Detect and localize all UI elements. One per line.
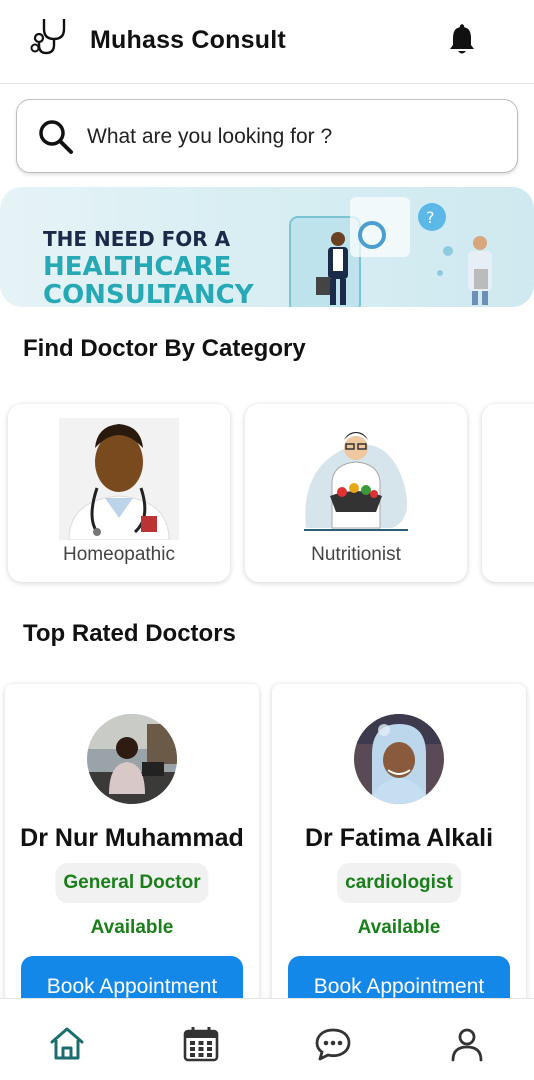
banner-line-1: THE NEED FOR A: [43, 227, 231, 251]
svg-text:?: ?: [426, 208, 435, 227]
nav-home[interactable]: [48, 1025, 86, 1063]
category-card-partial[interactable]: [482, 404, 534, 582]
doctor-photo-1: [87, 714, 177, 804]
doctor-name: Dr Nur Muhammad: [20, 824, 244, 852]
nutritionist-doctor-image: [296, 418, 416, 540]
calendar-icon: [183, 1027, 219, 1062]
top-rated-section-title: Top Rated Doctors: [23, 620, 236, 647]
search-icon: [39, 120, 73, 154]
bottom-navigation: [0, 998, 534, 1080]
stethoscope-icon: [30, 19, 66, 55]
doctor-card[interactable]: Dr Nur Muhammad General Doctor Available…: [5, 684, 259, 1014]
banner-line-3: CONSULTANCY: [43, 280, 254, 307]
nav-calendar[interactable]: [182, 1025, 220, 1063]
promo-banner[interactable]: THE NEED FOR A HEALTHCARE CONSULTANCY ?: [0, 187, 534, 307]
homeopathic-doctor-image: [59, 418, 179, 540]
availability-status: Available: [357, 917, 441, 938]
bell-icon[interactable]: [444, 22, 480, 58]
specialty-badge: cardiologist: [337, 863, 461, 903]
category-card-nutritionist[interactable]: Nutritionist: [245, 404, 467, 582]
doctor-card[interactable]: Dr Fatima Alkali cardiologist Available …: [272, 684, 526, 1014]
banner-illustration: ?: [289, 197, 492, 307]
category-label: Homeopathic: [63, 544, 175, 565]
specialty-badge: General Doctor: [55, 863, 209, 903]
category-card-homeopathic[interactable]: Homeopathic: [8, 404, 230, 582]
doctor-name: Dr Fatima Alkali: [304, 824, 494, 852]
nav-profile[interactable]: [448, 1025, 486, 1063]
doctor-photo-2: [354, 714, 444, 804]
chat-icon: [315, 1028, 351, 1061]
app-title: Muhass Consult: [90, 26, 286, 54]
banner-text: THE NEED FOR A HEALTHCARE CONSULTANCY: [43, 225, 254, 307]
avatar: [354, 714, 444, 804]
home-icon: [50, 1027, 84, 1060]
banner-doctor-figure: [468, 236, 492, 305]
nav-chat[interactable]: [314, 1025, 352, 1063]
search-input[interactable]: [87, 120, 497, 154]
banner-line-2: HEALTHCARE: [43, 252, 232, 282]
category-section-title: Find Doctor By Category: [23, 335, 306, 362]
app-screen: Muhass Consult THE NEED FOR A HEALTHCARE…: [0, 0, 534, 1080]
profile-icon: [451, 1028, 483, 1062]
availability-status: Available: [90, 917, 174, 938]
category-label: Nutritionist: [311, 544, 401, 565]
avatar: [87, 714, 177, 804]
search-bar[interactable]: [16, 99, 518, 173]
app-header: Muhass Consult: [0, 0, 534, 84]
